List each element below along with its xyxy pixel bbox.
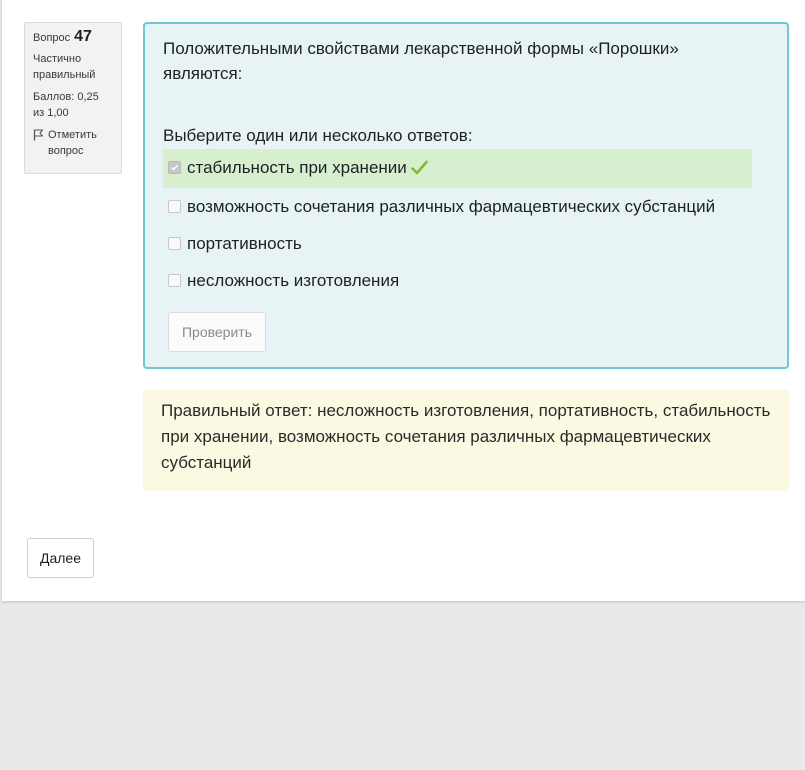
question-number-value: 47 bbox=[74, 28, 92, 45]
answer-option[interactable]: несложность изготовления bbox=[163, 262, 752, 299]
page-container: Вопрос 47 Частично правильный Баллов: 0,… bbox=[2, 0, 805, 601]
flag-question-link[interactable]: Отметить вопрос bbox=[33, 127, 113, 159]
answer-label: портативность bbox=[187, 234, 302, 253]
next-button[interactable]: Далее bbox=[27, 538, 94, 578]
answer-checkbox[interactable] bbox=[168, 200, 181, 213]
answer-label: возможность сочетания различных фармацев… bbox=[187, 197, 716, 216]
answer-list: стабильность при хранении возможность со… bbox=[163, 149, 769, 299]
answer-checkbox[interactable] bbox=[168, 274, 181, 287]
correct-check-icon bbox=[410, 157, 428, 182]
question-text: Положительными свойствами лекарственной … bbox=[163, 39, 679, 83]
question-formulation: Положительными свойствами лекарственной … bbox=[143, 22, 789, 369]
answer-option[interactable]: возможность сочетания различных фармацев… bbox=[163, 188, 752, 225]
check-button[interactable]: Проверить bbox=[168, 312, 266, 352]
question-number: Вопрос 47 bbox=[33, 29, 113, 46]
answer-label: стабильность при хранении bbox=[187, 158, 407, 177]
answer-checkbox[interactable] bbox=[168, 237, 181, 250]
question-state: Частично правильный bbox=[33, 53, 96, 81]
answer-label: несложность изготовления bbox=[187, 271, 400, 290]
flag-question-label: Отметить вопрос bbox=[48, 129, 97, 157]
flag-icon bbox=[33, 127, 44, 146]
answer-prompt: Выберите один или несколько ответов: bbox=[163, 126, 473, 145]
question-info-panel: Вопрос 47 Частично правильный Баллов: 0,… bbox=[24, 22, 122, 174]
answer-option[interactable]: стабильность при хранении bbox=[163, 149, 752, 188]
question-number-label: Вопрос bbox=[33, 32, 71, 44]
question-grade: Баллов: 0,25 из 1,00 bbox=[33, 91, 99, 119]
answer-option[interactable]: портативность bbox=[163, 225, 752, 262]
right-answer-feedback: Правильный ответ: несложность изготовлен… bbox=[143, 390, 789, 491]
answer-checkbox-checked[interactable] bbox=[168, 161, 181, 174]
